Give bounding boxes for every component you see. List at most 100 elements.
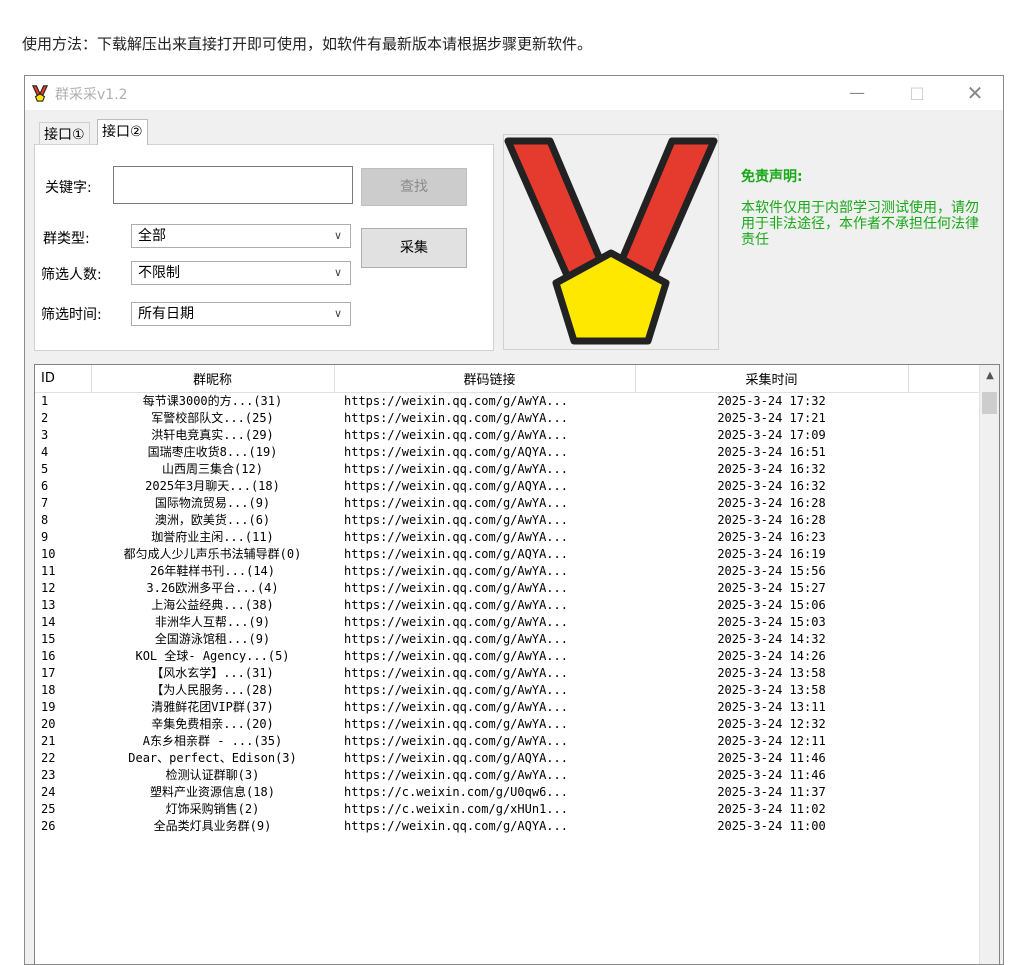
cell-blank <box>908 784 979 801</box>
table-row[interactable]: 18 【为人民服务...(28) https://weixin.qq.com/g/A… <box>35 682 979 699</box>
cell-id: 25 <box>41 802 56 816</box>
cell-id: 23 <box>41 768 56 782</box>
cell-group-name: 3.26欧洲多平台...(4) <box>146 581 279 595</box>
table-row[interactable]: 16 KOL 全球- Agency...(5) https://weixin.qq.… <box>35 648 979 665</box>
app-logo-icon <box>31 85 49 102</box>
cell-blank <box>908 801 979 818</box>
table-row[interactable]: 25 灯饰采购销售(2) https://c.weixin.com/g/xHUn1.… <box>35 801 979 818</box>
cell-id: 19 <box>41 700 56 714</box>
cell-group-link: https://weixin.qq.com/g/AwYA... <box>344 496 568 510</box>
scroll-up-icon[interactable]: ▲ <box>980 370 999 381</box>
group-type-select[interactable]: 全部 ∨ <box>131 224 351 248</box>
table-row[interactable]: 5 山西周三集合(12) https://weixin.qq.com/g/AwYA.… <box>35 461 979 478</box>
table-row[interactable]: 26 全品类灯具业务群(9) https://weixin.qq.com/g/AQY… <box>35 818 979 835</box>
cell-collect-time: 2025-3-24 14:32 <box>717 632 826 646</box>
cell-group-name: Dear、perfect、Edison(3) <box>128 751 297 765</box>
chevron-down-icon: ∨ <box>333 307 342 320</box>
cell-blank <box>908 665 979 682</box>
cell-collect-time: 2025-3-24 13:58 <box>717 683 826 697</box>
cell-blank <box>908 512 979 529</box>
cell-group-name: 辛集免费相亲...(20) <box>151 717 274 731</box>
cell-collect-time: 2025-3-24 12:11 <box>717 734 826 748</box>
cell-collect-time: 2025-3-24 11:37 <box>717 785 826 799</box>
table-row[interactable]: 1 每节课3000的方...(31) https://weixin.qq.com/g… <box>35 393 979 411</box>
time-filter-select[interactable]: 所有日期 ∨ <box>131 302 351 326</box>
table-row[interactable]: 11 26年鞋样书刊...(14) https://weixin.qq.com/g/… <box>35 563 979 580</box>
vertical-scrollbar[interactable]: ▲ <box>979 365 999 964</box>
table-row[interactable]: 7 国际物流贸易...(9) https://weixin.qq.com/g/AwY… <box>35 495 979 512</box>
cell-collect-time: 2025-3-24 16:28 <box>717 496 826 510</box>
table-row[interactable]: 2 军警校部队文...(25) https://weixin.qq.com/g/Aw… <box>35 410 979 427</box>
column-header-link[interactable]: 群码链接 <box>334 365 636 393</box>
cell-group-link: https://weixin.qq.com/g/AQYA... <box>344 751 568 765</box>
cell-collect-time: 2025-3-24 15:03 <box>717 615 826 629</box>
cell-group-name: 清雅鲜花团VIP群(37) <box>151 700 274 714</box>
table-row[interactable]: 8 澳洲，欧美货...(6) https://weixin.qq.com/g/AwY… <box>35 512 979 529</box>
cell-collect-time: 2025-3-24 16:32 <box>717 479 826 493</box>
table-row[interactable]: 15 全国游泳馆租...(9) https://weixin.qq.com/g/Aw… <box>35 631 979 648</box>
cell-id: 18 <box>41 683 56 697</box>
cell-group-link: https://weixin.qq.com/g/AwYA... <box>344 581 568 595</box>
cell-collect-time: 2025-3-24 13:58 <box>717 666 826 680</box>
cell-blank <box>908 546 979 563</box>
search-button[interactable]: 查找 <box>361 168 467 206</box>
member-filter-select[interactable]: 不限制 ∨ <box>131 261 351 285</box>
scroll-thumb[interactable] <box>982 392 997 414</box>
table-row[interactable]: 23 检测认证群聊(3) https://weixin.qq.com/g/AwYA.… <box>35 767 979 784</box>
tab-interface-2[interactable]: 接口② <box>97 119 148 145</box>
table-row[interactable]: 19 清雅鲜花团VIP群(37) https://weixin.qq.com/g/A… <box>35 699 979 716</box>
table-row[interactable]: 20 辛集免费相亲...(20) https://weixin.qq.com/g/A… <box>35 716 979 733</box>
cell-blank <box>908 648 979 665</box>
column-header-name[interactable]: 群昵称 <box>91 365 335 393</box>
cell-blank <box>908 393 979 411</box>
cell-group-name: 澳洲，欧美货...(6) <box>154 513 271 527</box>
keyword-input[interactable] <box>113 166 353 204</box>
close-button[interactable]: ✕ <box>951 76 999 110</box>
table-row[interactable]: 21 A东乡相亲群 - ...(35) https://weixin.qq.com/… <box>35 733 979 750</box>
table-row[interactable]: 22 Dear、perfect、Edison(3) https://weixin.q… <box>35 750 979 767</box>
table-row[interactable]: 17 【风水玄学】...(31) https://weixin.qq.com/g/A… <box>35 665 979 682</box>
cell-id: 8 <box>41 513 49 527</box>
cell-group-name: 洪轩电竞真实...(29) <box>151 428 274 442</box>
cell-collect-time: 2025-3-24 16:19 <box>717 547 826 561</box>
column-header-id[interactable]: ID <box>35 365 92 393</box>
time-filter-label: 筛选时间: <box>41 307 102 323</box>
column-header-time[interactable]: 采集时间 <box>635 365 909 393</box>
cell-blank <box>908 478 979 495</box>
cell-blank <box>908 495 979 512</box>
collect-button[interactable]: 采集 <box>361 228 467 268</box>
minimize-button[interactable]: — <box>833 76 881 110</box>
cell-blank <box>908 682 979 699</box>
cell-group-link: https://weixin.qq.com/g/AwYA... <box>344 598 568 612</box>
table-row[interactable]: 4 国瑞枣庄收货8...(19) https://weixin.qq.com/g/A… <box>35 444 979 461</box>
table-row[interactable]: 9 珈誉府业主闲...(11) https://weixin.qq.com/g/Aw… <box>35 529 979 546</box>
table-row[interactable]: 24 塑料产业资源信息(18) https://c.weixin.com/g/U0q… <box>35 784 979 801</box>
cell-group-link: https://weixin.qq.com/g/AwYA... <box>344 428 568 442</box>
cell-group-link: https://weixin.qq.com/g/AwYA... <box>344 666 568 680</box>
cell-id: 7 <box>41 496 49 510</box>
cell-collect-time: 2025-3-24 11:46 <box>717 768 826 782</box>
cell-group-link: https://weixin.qq.com/g/AQYA... <box>344 445 568 459</box>
cell-id: 14 <box>41 615 56 629</box>
cell-group-link: https://weixin.qq.com/g/AwYA... <box>344 700 568 714</box>
member-filter-label: 筛选人数: <box>41 267 102 283</box>
table-row[interactable]: 6 2025年3月聊天...(18) https://weixin.qq.com/g… <box>35 478 979 495</box>
table-row[interactable]: 13 上海公益经典...(38) https://weixin.qq.com/g/A… <box>35 597 979 614</box>
cell-group-link: https://c.weixin.com/g/U0qw6... <box>344 785 568 799</box>
table-row[interactable]: 12 3.26欧洲多平台...(4) https://weixin.qq.com/g… <box>35 580 979 597</box>
cell-id: 1 <box>41 394 49 408</box>
tab-interface-1[interactable]: 接口① <box>39 122 90 144</box>
maximize-button[interactable]: □ <box>893 76 941 110</box>
cell-group-name: 每节课3000的方...(31) <box>142 394 283 408</box>
cell-collect-time: 2025-3-24 12:32 <box>717 717 826 731</box>
cell-id: 3 <box>41 428 49 442</box>
cell-group-name: 塑料产业资源信息(18) <box>150 785 275 799</box>
cell-collect-time: 2025-3-24 16:23 <box>717 530 826 544</box>
table-row[interactable]: 14 非洲华人互帮...(9) https://weixin.qq.com/g/Aw… <box>35 614 979 631</box>
table-row[interactable]: 10 都匀成人少儿声乐书法辅导群(0) https://weixin.qq.com/… <box>35 546 979 563</box>
app-window: 群采采v1.2 — □ ✕ 接口① 接口② 关键字: 查找 群类型: 全部 ∨ … <box>24 75 1004 965</box>
table-row[interactable]: 3 洪轩电竞真实...(29) https://weixin.qq.com/g/Aw… <box>35 427 979 444</box>
cell-blank <box>908 716 979 733</box>
cell-collect-time: 2025-3-24 17:21 <box>717 411 826 425</box>
logo-emblem-icon <box>504 137 718 345</box>
